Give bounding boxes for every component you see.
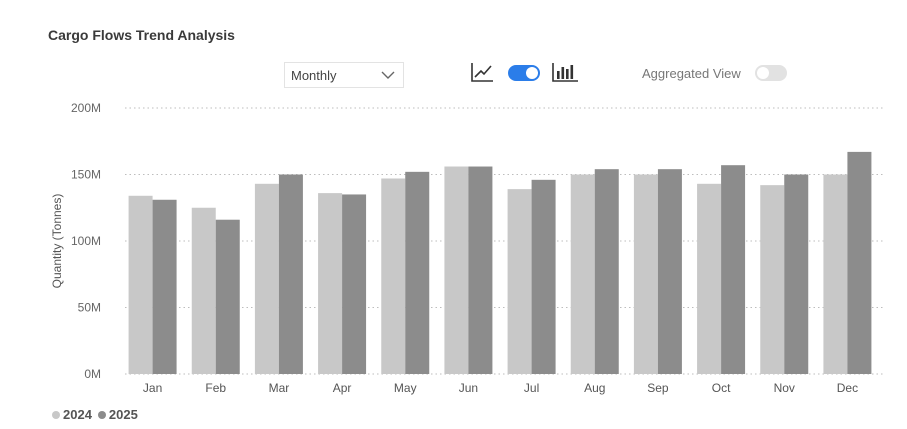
y-tick-label: 0M bbox=[84, 367, 101, 381]
bar-2024-oct bbox=[697, 183, 722, 374]
y-axis-label: Quantity (Tonnes) bbox=[50, 194, 64, 289]
x-tick-label: May bbox=[394, 381, 417, 395]
x-tick-label: Nov bbox=[774, 381, 795, 395]
bar-2024-jul bbox=[507, 189, 532, 374]
bar-2024-nov bbox=[760, 185, 785, 374]
bar-2024-aug bbox=[570, 174, 595, 374]
legend-label-2024: 2024 bbox=[63, 407, 92, 422]
y-tick-label: 100M bbox=[71, 234, 101, 248]
x-tick-label: Sep bbox=[647, 381, 669, 395]
bar-2025-may bbox=[405, 171, 430, 374]
bar-2025-dec bbox=[847, 151, 872, 374]
bar-2025-sep bbox=[657, 169, 682, 374]
y-tick-label: 150M bbox=[71, 168, 101, 182]
x-tick-label: Dec bbox=[837, 381, 858, 395]
legend-label-2025: 2025 bbox=[108, 407, 138, 422]
bar-2025-nov bbox=[784, 174, 809, 374]
bar-2025-apr bbox=[342, 194, 367, 374]
x-tick-label: Mar bbox=[269, 381, 290, 395]
bar-2024-apr bbox=[318, 193, 343, 374]
bar-2025-jul bbox=[531, 179, 556, 374]
bar-2025-jan bbox=[152, 199, 177, 374]
x-tick-label: Jan bbox=[143, 381, 162, 395]
bar-2025-oct bbox=[721, 165, 746, 374]
legend: 2024 2025 bbox=[52, 407, 138, 422]
x-tick-label: Feb bbox=[205, 381, 226, 395]
x-tick-label: Oct bbox=[712, 381, 731, 395]
x-tick-label: Apr bbox=[333, 381, 352, 395]
bar-chart: 0M 50M 100M 150M 200M Quantity (Tonnes) Jan Feb… bbox=[50, 101, 883, 395]
bar-2025-mar bbox=[278, 174, 303, 374]
bar-2024-sep bbox=[633, 174, 658, 374]
bar-2025-jun bbox=[468, 166, 493, 374]
bar-2025-feb bbox=[215, 219, 240, 374]
x-tick-label: Aug bbox=[584, 381, 605, 395]
legend-item-2025[interactable]: 2025 bbox=[97, 407, 138, 422]
bar-2024-mar bbox=[254, 183, 279, 374]
bar-2024-dec bbox=[823, 174, 848, 374]
bar-2024-jun bbox=[444, 166, 469, 374]
legend-item-2024[interactable]: 2024 bbox=[52, 407, 92, 422]
x-tick-label: Jun bbox=[459, 381, 478, 395]
legend-dot-2024 bbox=[52, 410, 60, 419]
bar-2024-may bbox=[381, 178, 406, 374]
bar-2024-jan bbox=[128, 195, 153, 374]
y-tick-label: 50M bbox=[78, 301, 101, 315]
y-tick-label: 200M bbox=[71, 101, 101, 115]
bar-2025-aug bbox=[594, 169, 619, 374]
legend-dot-2025 bbox=[97, 410, 106, 419]
x-tick-label: Jul bbox=[524, 381, 539, 395]
bar-2024-feb bbox=[191, 207, 216, 374]
